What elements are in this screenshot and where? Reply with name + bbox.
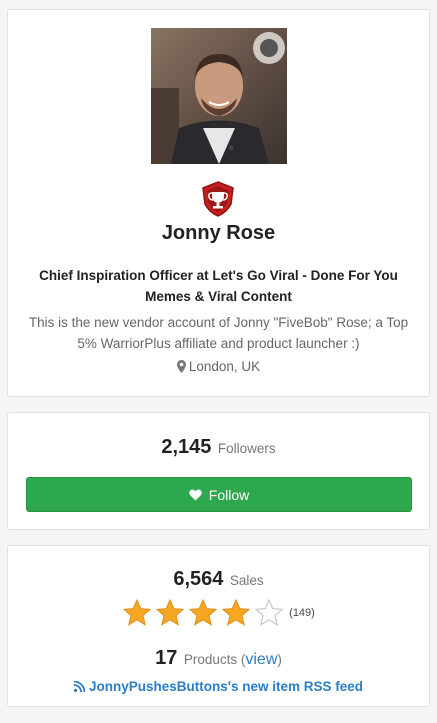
heart-icon — [188, 488, 202, 501]
star-icon — [122, 598, 152, 626]
profile-headline: Chief Inspiration Officer at Let's Go Vi… — [39, 268, 398, 304]
follow-card: 2,145 Followers Follow — [7, 412, 430, 530]
rss-icon — [73, 680, 86, 695]
profile-card: Jonny Rose Chief Inspiration Officer at … — [7, 9, 430, 397]
products-count: 17 — [155, 647, 178, 669]
rating-count: (149) — [289, 607, 315, 619]
products-label: Products ( — [183, 652, 246, 667]
rating-stars: (149) — [8, 598, 429, 628]
star-icon — [188, 598, 218, 626]
map-pin-icon — [176, 360, 186, 376]
sales-count: 6,564 — [173, 568, 224, 590]
profile-name: Jonny Rose — [161, 222, 276, 244]
products-stat: 17 Products (view) — [8, 647, 429, 670]
follow-button[interactable]: Follow — [26, 477, 412, 512]
sales-card: 6,564 Sales (149) 17 Products (view) Jon… — [7, 545, 430, 707]
followers-count: 2,145 — [161, 436, 212, 458]
rss-feed-label: JonnyPushesButtons's new item RSS feed — [88, 679, 363, 694]
follow-button-label: Follow — [208, 486, 250, 503]
rss-feed-link[interactable]: JonnyPushesButtons's new item RSS feed — [8, 679, 429, 695]
location-text: London, UK — [188, 359, 261, 374]
sales-stat: 6,564 Sales — [8, 568, 429, 591]
avatar[interactable] — [151, 28, 287, 164]
trophy-shield-icon — [200, 181, 236, 217]
star-icon — [155, 598, 185, 626]
view-products-link[interactable]: view — [245, 651, 277, 668]
profile-bio: This is the new vendor account of Jonny … — [28, 315, 409, 351]
sales-label: Sales — [229, 573, 264, 588]
followers-label: Followers — [217, 441, 276, 456]
products-close-paren: ) — [277, 652, 282, 667]
star-empty-icon — [254, 598, 284, 627]
profile-location: London, UK — [8, 359, 429, 376]
followers-stat: 2,145 Followers — [8, 436, 429, 459]
star-icon — [221, 598, 251, 626]
